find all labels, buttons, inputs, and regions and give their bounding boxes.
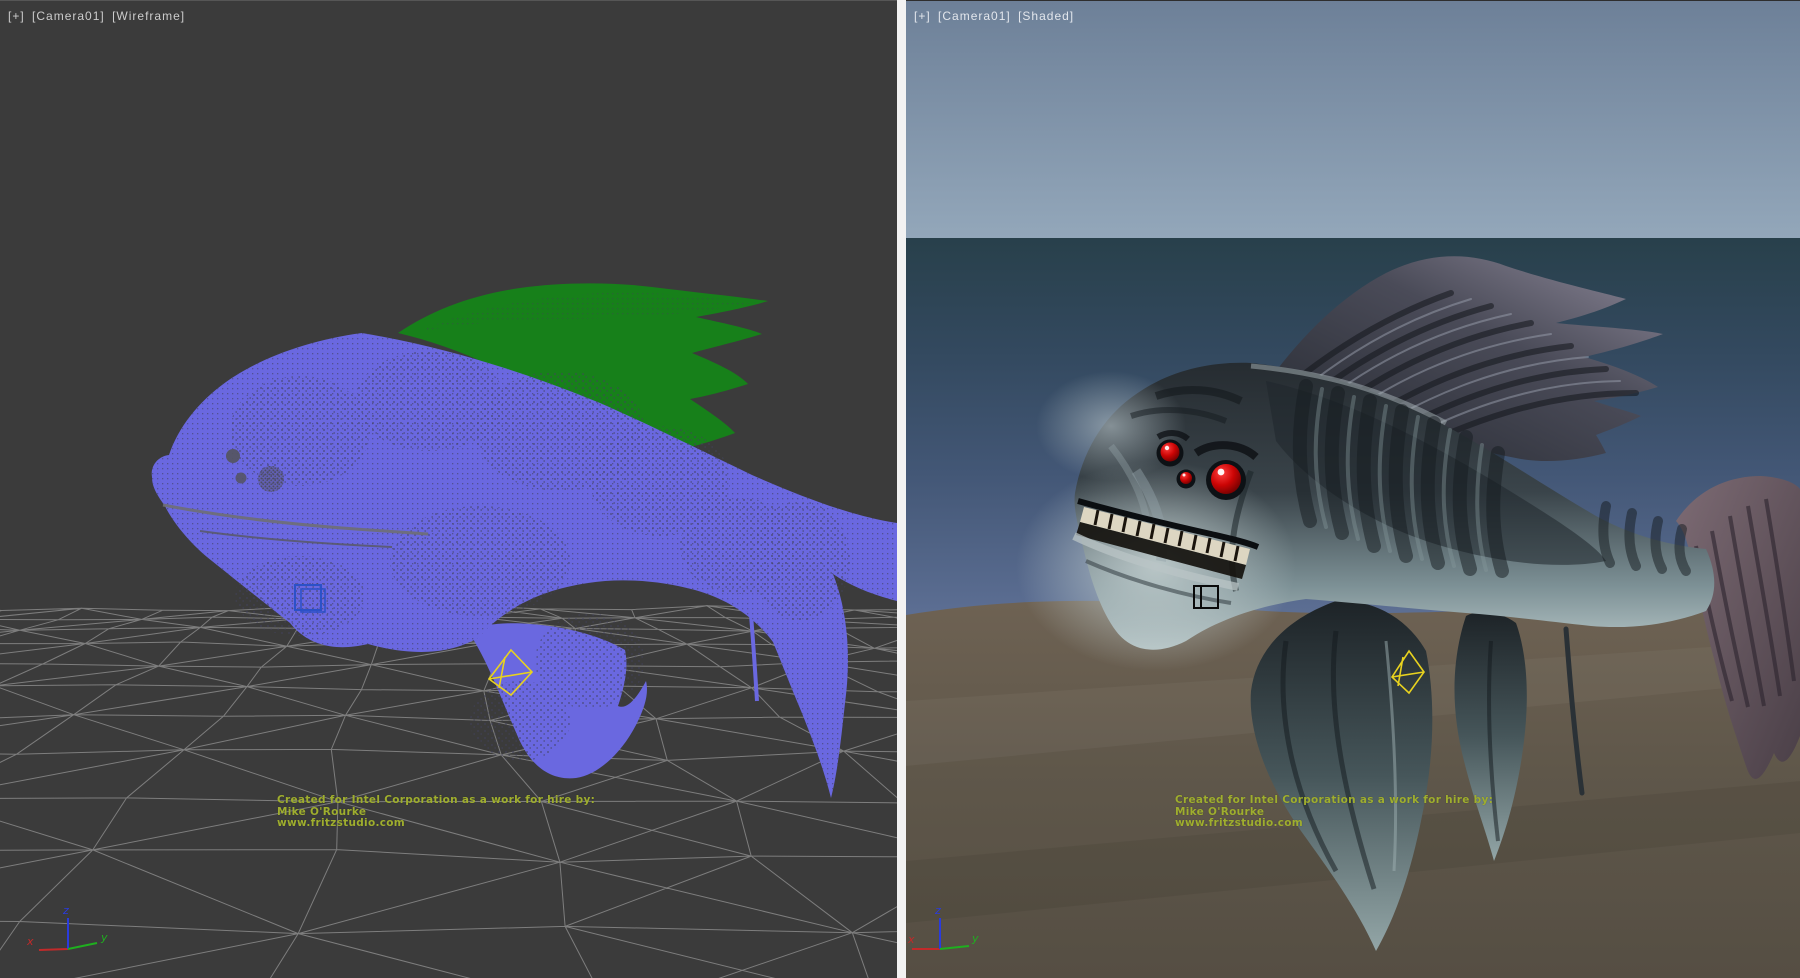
world-axis-gizmo: x z y [26,904,108,950]
fish-eye-large-shade [258,466,284,492]
viewport-menu-general[interactable]: [+] [8,9,25,23]
axis-z-label: z [934,904,941,917]
axis-x-label: x [907,933,915,946]
fish-eye-spot-small [236,473,247,484]
split-viewport-stage: x z y [+] [Camera01] [Wireframe] Created… [0,0,1800,978]
eye-specular-2 [1165,446,1169,450]
eye-specular-3 [1183,474,1186,477]
viewport-shaded[interactable]: x z y [+] [Camera01] [Shaded] Created fo… [906,0,1800,978]
fish-model-wireframe[interactable] [152,283,897,798]
eye-specular [1218,469,1225,476]
sky [906,1,1800,238]
viewport-menu-shading[interactable]: [Wireframe] [112,9,185,23]
shaded-scene: x z y [906,1,1800,978]
viewport-splitter[interactable] [897,0,906,978]
eye-large-red [1211,464,1241,494]
ground-grid[interactable] [0,606,897,978]
annotation-line-1: Created for Intel Corporation as a work … [277,795,595,807]
viewport-menu-general[interactable]: [+] [914,9,931,23]
viewport-label-wireframe: [+] [Camera01] [Wireframe] [8,9,188,23]
eye-small-red [1161,443,1180,462]
axis-y-label: y [971,932,979,945]
viewport-menu-pov[interactable]: [Camera01] [938,9,1011,23]
annotation-line-3: www.fritzstudio.com [277,818,595,830]
viewport-menu-shading[interactable]: [Shaded] [1018,9,1074,23]
axis-y-label: y [100,931,108,944]
viewport-label-shaded: [+] [Camera01] [Shaded] [914,9,1077,23]
axis-x-label: x [26,935,34,948]
wireframe-scene: x z y [0,1,897,978]
annotation-text-shaded: Created for Intel Corporation as a work … [1175,795,1493,830]
eye-tiny-red [1180,472,1192,484]
viewport-menu-pov[interactable]: [Camera01] [32,9,105,23]
annotation-line-3: www.fritzstudio.com [1175,818,1493,830]
fish-eye-spot [226,449,240,463]
annotation-text: Created for Intel Corporation as a work … [277,795,595,830]
annotation-line-1: Created for Intel Corporation as a work … [1175,795,1493,807]
viewport-wireframe[interactable]: x z y [+] [Camera01] [Wireframe] Created… [0,0,897,978]
axis-z-label: z [62,904,69,917]
